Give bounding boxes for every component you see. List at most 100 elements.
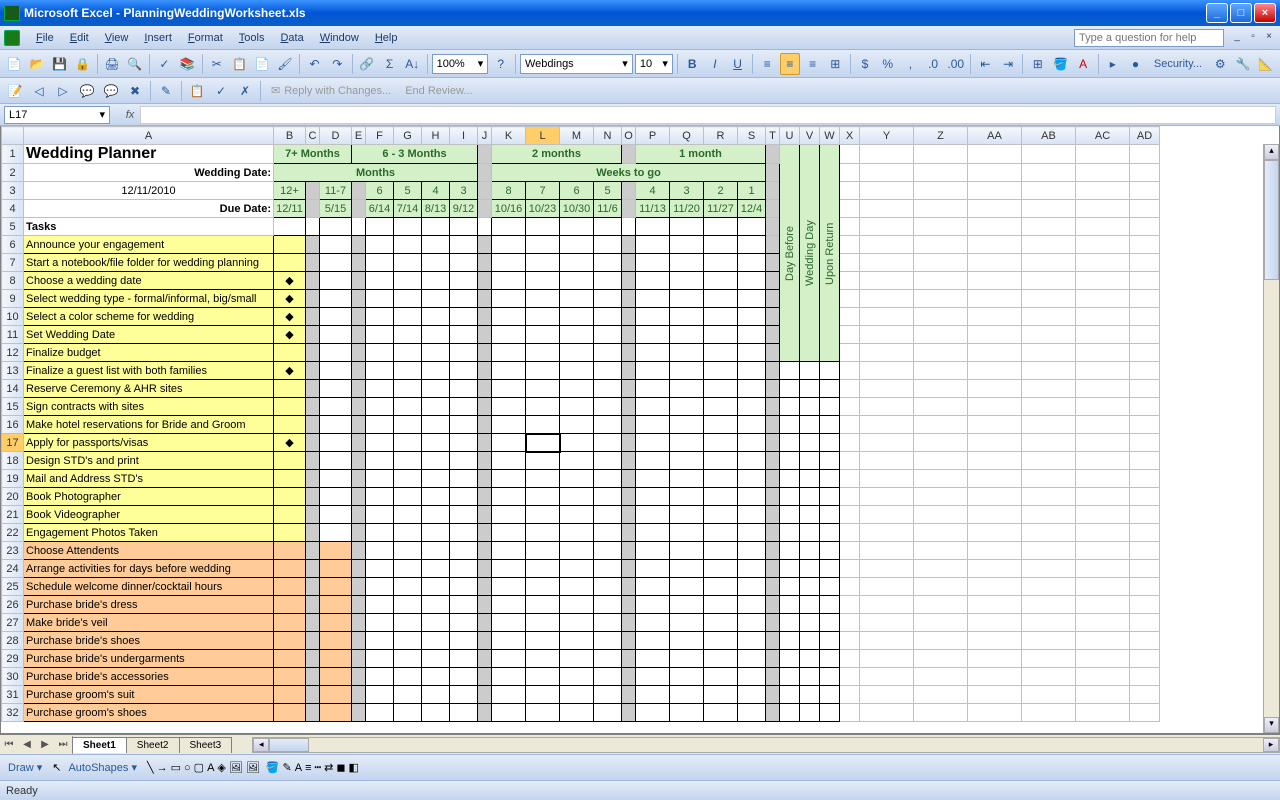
cell[interactable]	[1022, 326, 1076, 344]
cell[interactable]	[394, 398, 422, 416]
cell[interactable]	[526, 380, 560, 398]
cell[interactable]	[366, 650, 394, 668]
cell[interactable]	[478, 578, 492, 596]
cell[interactable]	[820, 506, 840, 524]
cell[interactable]	[422, 632, 450, 650]
cell[interactable]	[704, 524, 738, 542]
cell[interactable]	[766, 380, 780, 398]
cell[interactable]	[840, 560, 860, 578]
cell[interactable]	[738, 236, 766, 254]
cell[interactable]	[636, 362, 670, 380]
row-header-8[interactable]: 8	[2, 272, 24, 290]
cell[interactable]	[478, 182, 492, 200]
menu-view[interactable]: View	[97, 30, 137, 46]
cell[interactable]	[738, 416, 766, 434]
formula-input[interactable]	[140, 106, 1276, 124]
line-color-button[interactable]: ✎	[283, 761, 292, 774]
new-comment-button[interactable]: 📝	[4, 80, 26, 102]
cell[interactable]	[526, 560, 560, 578]
cell[interactable]: 7	[526, 182, 560, 200]
cell[interactable]	[780, 524, 800, 542]
cell[interactable]	[526, 668, 560, 686]
cell[interactable]	[560, 488, 594, 506]
cell[interactable]	[394, 434, 422, 452]
row-header-25[interactable]: 25	[2, 578, 24, 596]
cell[interactable]	[306, 398, 320, 416]
cell[interactable]	[860, 182, 914, 200]
cell[interactable]	[1130, 362, 1160, 380]
cell[interactable]	[636, 272, 670, 290]
cell[interactable]	[622, 668, 636, 686]
cell[interactable]	[492, 308, 526, 326]
cell[interactable]	[450, 344, 478, 362]
cell[interactable]	[766, 236, 780, 254]
cell[interactable]	[394, 470, 422, 488]
cell[interactable]	[766, 704, 780, 722]
cell[interactable]	[800, 632, 820, 650]
cell[interactable]	[274, 398, 306, 416]
cell[interactable]	[422, 326, 450, 344]
cell[interactable]	[622, 704, 636, 722]
bold-button[interactable]: B	[682, 53, 703, 75]
cell[interactable]	[840, 578, 860, 596]
cell[interactable]	[670, 542, 704, 560]
cell[interactable]	[622, 380, 636, 398]
cell[interactable]	[820, 578, 840, 596]
cell[interactable]	[1076, 182, 1130, 200]
cell[interactable]	[478, 290, 492, 308]
cell[interactable]	[1130, 434, 1160, 452]
col-header-V[interactable]: V	[800, 127, 820, 145]
cell[interactable]	[560, 650, 594, 668]
cell[interactable]	[622, 524, 636, 542]
cell[interactable]	[394, 272, 422, 290]
cell[interactable]	[320, 632, 352, 650]
cell[interactable]	[352, 434, 366, 452]
cell[interactable]	[1076, 416, 1130, 434]
cell[interactable]	[622, 470, 636, 488]
cell[interactable]	[394, 596, 422, 614]
cell[interactable]	[306, 182, 320, 200]
cell[interactable]	[704, 506, 738, 524]
cell[interactable]	[478, 344, 492, 362]
cell[interactable]	[352, 290, 366, 308]
cell[interactable]	[366, 308, 394, 326]
cell[interactable]	[800, 434, 820, 452]
cell[interactable]	[622, 344, 636, 362]
cell[interactable]	[352, 308, 366, 326]
cell[interactable]	[780, 362, 800, 380]
cell[interactable]	[968, 164, 1022, 182]
borders-button[interactable]: ⊞	[1027, 53, 1048, 75]
cell[interactable]	[670, 524, 704, 542]
cell[interactable]	[526, 308, 560, 326]
format-painter-button[interactable]: 🖌	[275, 53, 296, 75]
cell[interactable]	[820, 416, 840, 434]
cell[interactable]	[1076, 470, 1130, 488]
cell[interactable]	[274, 542, 306, 560]
cell[interactable]	[840, 506, 860, 524]
cell[interactable]	[670, 560, 704, 578]
cell[interactable]	[478, 596, 492, 614]
row-header-20[interactable]: 20	[2, 488, 24, 506]
vba-button[interactable]: ⚙	[1210, 53, 1231, 75]
tab-last-button[interactable]: ⏭	[54, 736, 72, 754]
col-header-H[interactable]: H	[422, 127, 450, 145]
cell[interactable]	[320, 596, 352, 614]
row-header-21[interactable]: 21	[2, 506, 24, 524]
cell[interactable]	[860, 704, 914, 722]
col-header-T[interactable]: T	[766, 127, 780, 145]
cell[interactable]	[366, 452, 394, 470]
cell[interactable]	[914, 290, 968, 308]
cell[interactable]	[914, 164, 968, 182]
cell[interactable]	[636, 452, 670, 470]
cell[interactable]	[478, 145, 492, 164]
cell[interactable]	[860, 326, 914, 344]
cell[interactable]	[1076, 488, 1130, 506]
cell[interactable]	[622, 362, 636, 380]
row-header-6[interactable]: 6	[2, 236, 24, 254]
cell[interactable]	[320, 506, 352, 524]
cell[interactable]	[800, 560, 820, 578]
cell[interactable]	[526, 650, 560, 668]
cell[interactable]	[1022, 344, 1076, 362]
cell[interactable]	[704, 686, 738, 704]
cell[interactable]	[320, 272, 352, 290]
